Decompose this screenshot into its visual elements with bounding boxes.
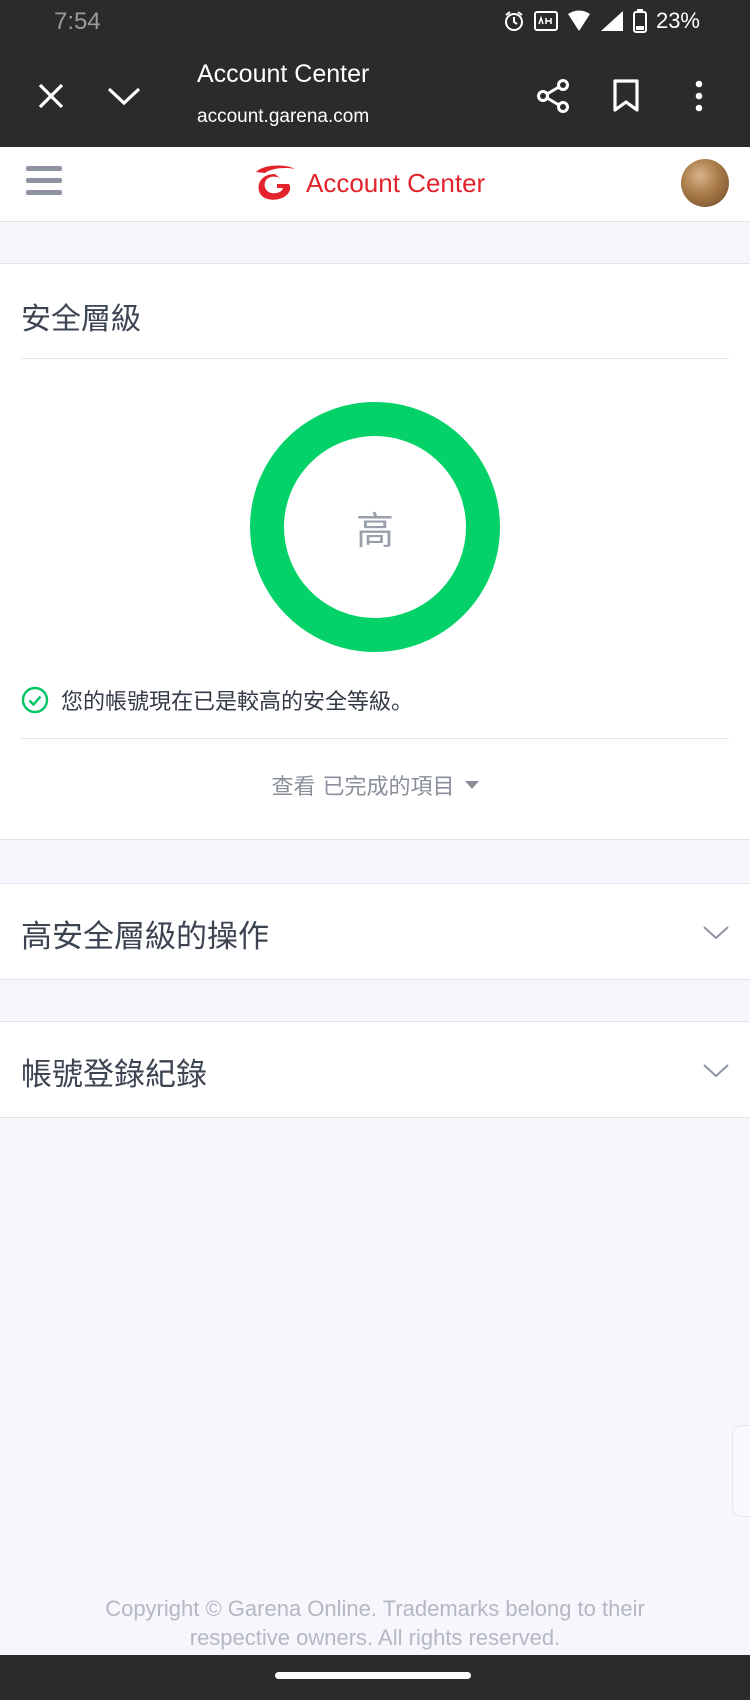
home-gesture-pill[interactable]	[275, 1672, 471, 1679]
view-completed-items-link[interactable]: 查看 已完成的項目	[0, 769, 750, 801]
browser-url[interactable]: account.garena.com	[197, 106, 369, 128]
battery-percent: 23%	[655, 8, 700, 33]
chevron-down-icon	[703, 1064, 729, 1078]
side-panel-handle[interactable]	[732, 1425, 750, 1517]
close-icon[interactable]	[23, 68, 79, 124]
status-bar: 7:54 23%	[0, 0, 750, 46]
security-level-card: 安全層級 高 您的帳號現在已是較高的安全等級。 查看 已完成的項目	[0, 263, 750, 840]
garena-logo	[256, 165, 295, 200]
status-icons: 23%	[503, 8, 700, 34]
copyright-line: respective owners. All rights reserved.	[189, 1625, 561, 1650]
web-page: Account Center 安全層級 高 您的帳號現在已是較高的安全等級。 查…	[0, 147, 750, 1655]
view-completed-items-label: 查看 已完成的項目	[271, 775, 455, 800]
brand[interactable]: Account Center	[252, 163, 485, 203]
system-navigation-bar	[0, 1655, 750, 1700]
footer-copyright: Copyright © Garena Online. Trademarks be…	[60, 1594, 690, 1652]
accordion-title: 帳號登錄紀錄	[21, 1057, 207, 1093]
wifi-icon	[567, 10, 591, 32]
accordion-title: 高安全層級的操作	[21, 919, 269, 955]
accordion-login-history[interactable]: 帳號登錄紀錄	[0, 1021, 750, 1118]
battery-icon	[632, 9, 647, 33]
bookmark-icon[interactable]	[598, 68, 654, 124]
security-level-value: 高	[355, 508, 394, 553]
avatar[interactable]	[681, 159, 729, 207]
chevron-down-icon[interactable]	[96, 68, 152, 124]
chevron-down-icon	[703, 926, 729, 940]
share-icon[interactable]	[525, 68, 581, 124]
brand-name: Account Center	[306, 167, 486, 198]
browser-toolbar: Account Center account.garena.com	[0, 46, 750, 147]
copyright-line: Copyright © Garena Online. Trademarks be…	[105, 1596, 645, 1621]
security-level-ring: 高	[250, 402, 500, 652]
alarm-icon	[503, 10, 525, 32]
security-status-message: 您的帳號現在已是較高的安全等級。	[61, 690, 414, 715]
signal-icon	[600, 10, 624, 32]
divider	[21, 738, 729, 739]
hamburger-menu-icon[interactable]	[26, 166, 62, 200]
divider	[21, 358, 729, 359]
auto-hd-icon	[533, 11, 558, 31]
accordion-high-security-operations[interactable]: 高安全層級的操作	[0, 883, 750, 980]
check-circle-icon	[21, 686, 49, 714]
status-time: 7:54	[54, 8, 101, 35]
security-status: 您的帳號現在已是較高的安全等級。	[21, 684, 413, 716]
more-icon[interactable]	[671, 68, 727, 124]
caret-down-icon	[464, 781, 479, 789]
site-header: Account Center	[0, 147, 750, 222]
browser-page-title[interactable]: Account Center	[197, 60, 369, 89]
security-level-heading: 安全層級	[21, 302, 141, 337]
